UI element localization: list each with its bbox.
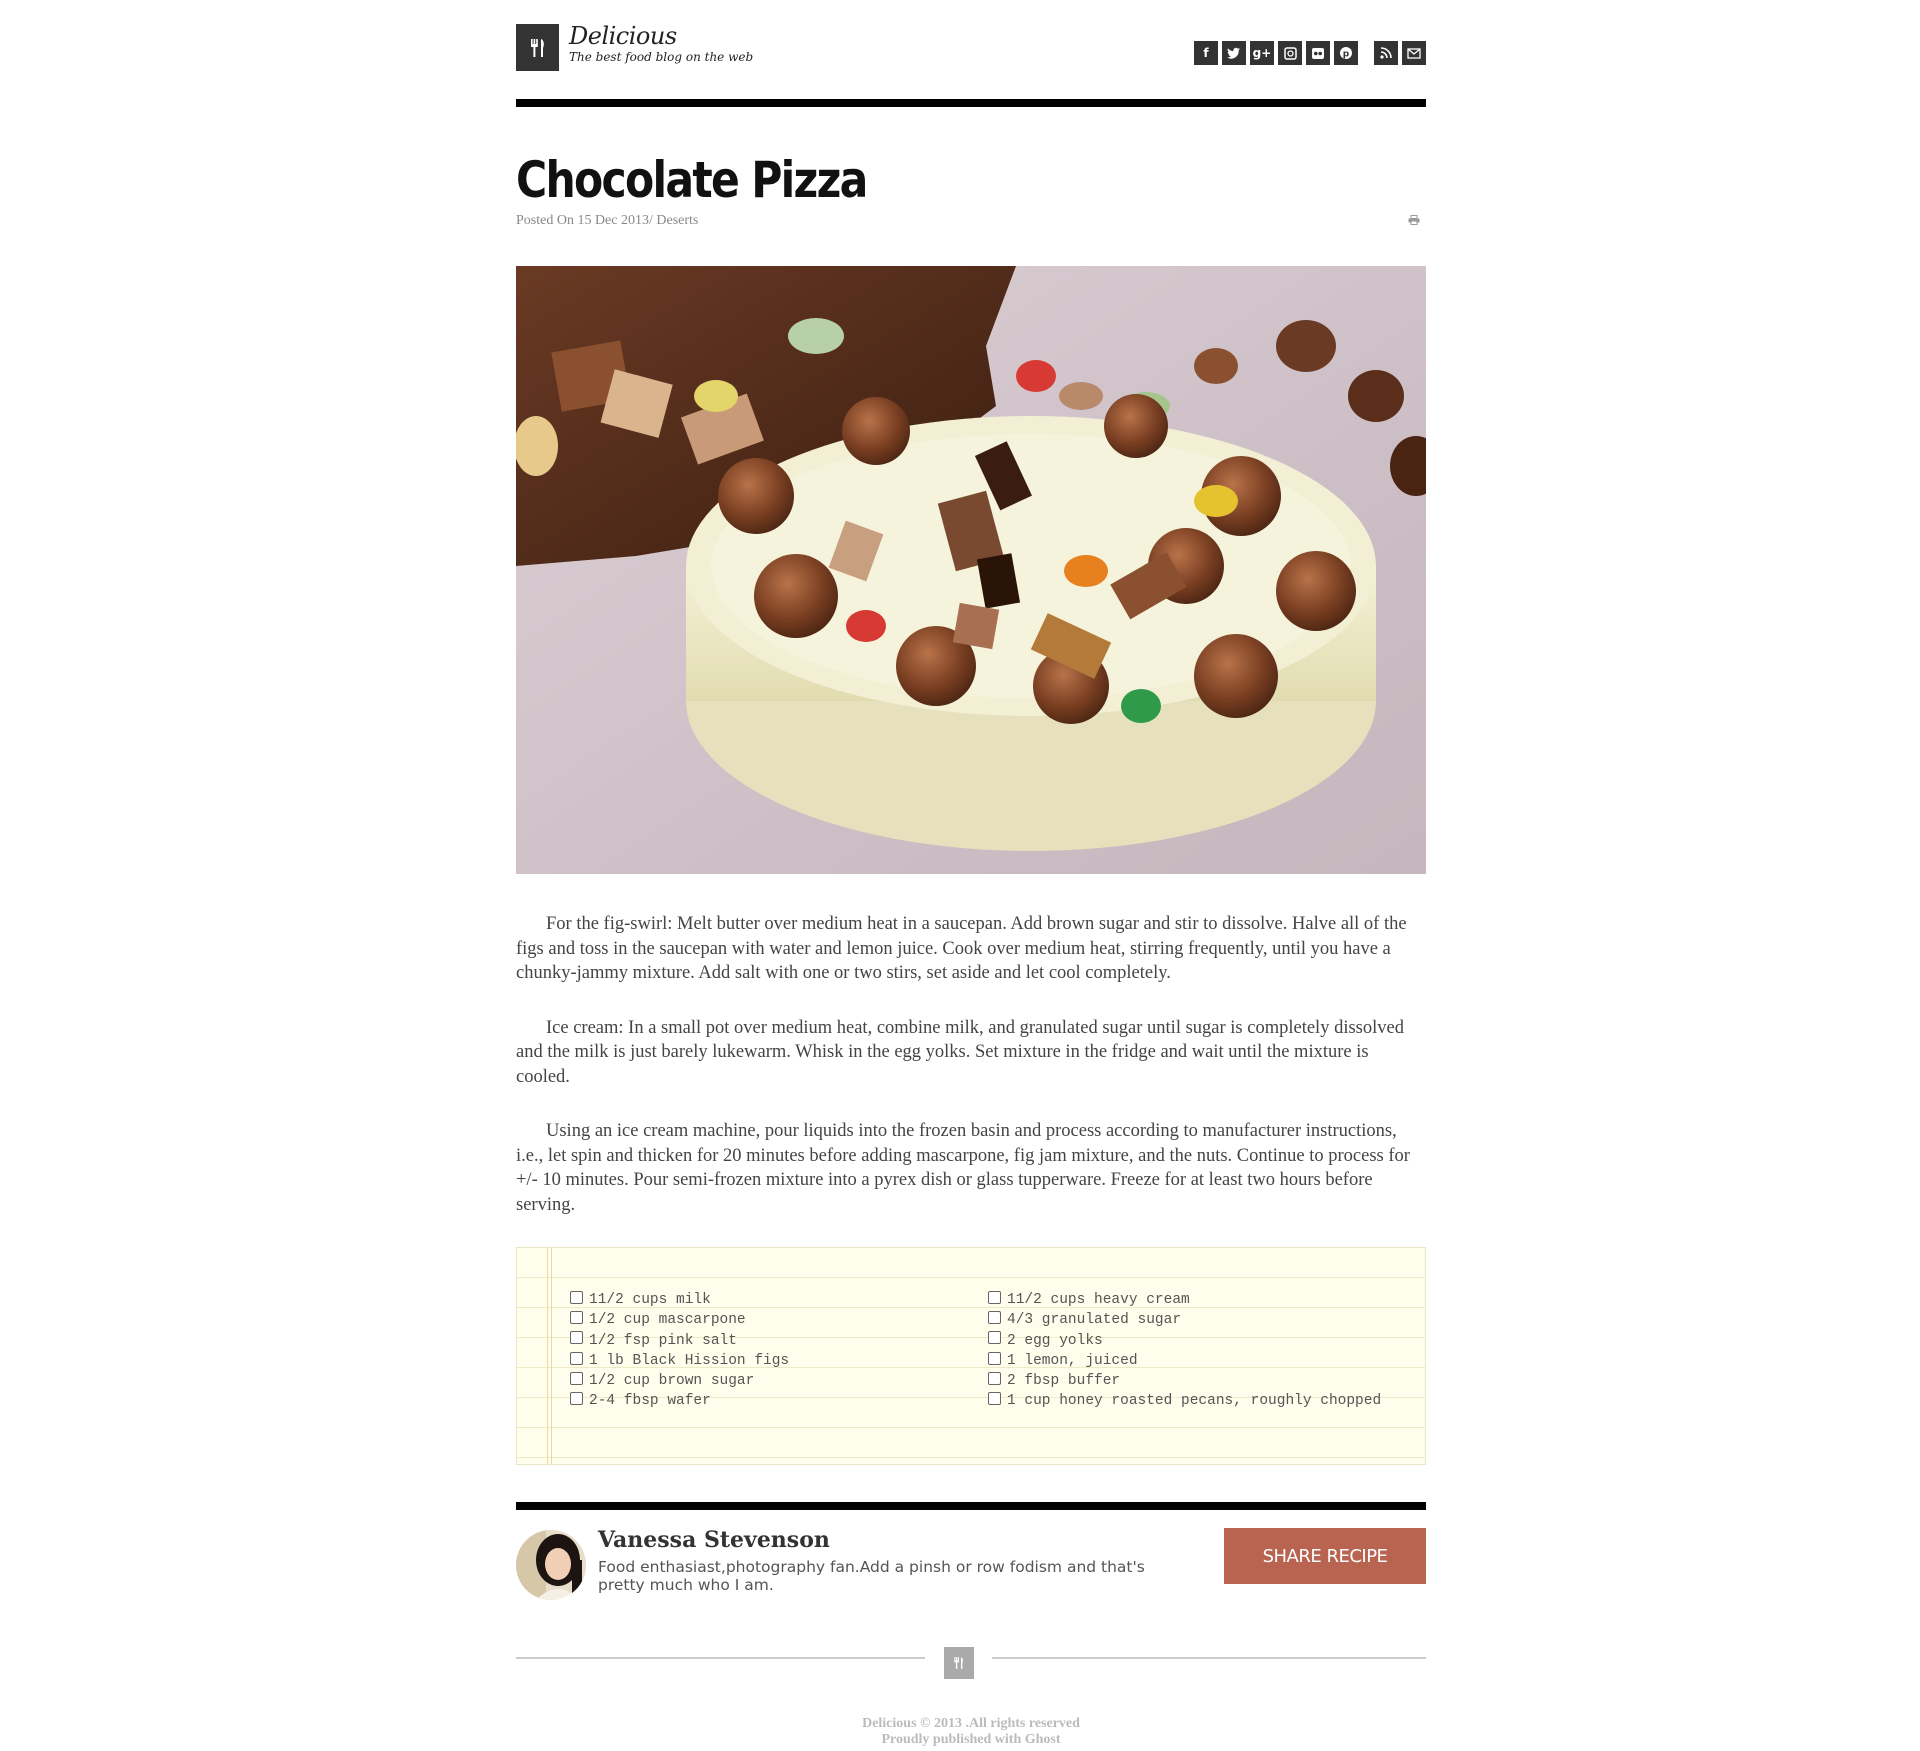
copyright-text: Delicious © 2013 .All rights reserved (862, 1716, 1080, 1731)
margin-line (551, 1248, 552, 1464)
google-plus-icon[interactable]: g+ (1250, 41, 1274, 65)
paragraph: For the fig-swirl: Melt butter over medi… (516, 914, 1407, 983)
ingredient-item: 1/2 cup mascarpone (570, 1310, 970, 1330)
ingredient-checkbox[interactable] (988, 1290, 1001, 1304)
header-divider (516, 99, 1426, 107)
twitter-icon[interactable] (1222, 41, 1246, 65)
ingredient-item: 11/2 cups heavy cream (988, 1290, 1388, 1310)
ingredient-item: 2-4 fbsp wafer (570, 1391, 970, 1411)
avatar (516, 1530, 586, 1600)
svg-text:p: p (1343, 50, 1350, 60)
ingredient-checkbox[interactable] (570, 1310, 583, 1324)
fork-knife-icon[interactable] (516, 24, 559, 71)
ingredient-item: 11/2 cups milk (570, 1290, 970, 1310)
ingredient-label: 1/2 fsp pink salt (589, 1332, 737, 1349)
ingredient-label: 2 fbsp buffer (1007, 1373, 1121, 1390)
ingredient-checkbox[interactable] (570, 1290, 583, 1304)
pinterest-icon[interactable]: p (1334, 41, 1358, 65)
footer-divider-right (992, 1657, 1426, 1659)
facebook-icon[interactable]: f (1194, 41, 1218, 65)
ingredients-right-list: 11/2 cups heavy cream 4/3 granulated sug… (988, 1290, 1388, 1412)
footer-fork-knife-icon[interactable] (944, 1647, 974, 1679)
ingredient-label: 2-4 fbsp wafer (589, 1393, 711, 1410)
hero-image (514, 266, 1442, 874)
ingredient-item: 2 fbsp buffer (988, 1371, 1388, 1391)
author-bio: Food enthasiast,photography fan.Add a pi… (598, 1558, 1145, 1594)
ingredient-label: 11/2 cups heavy cream (1007, 1292, 1190, 1308)
ingredient-checkbox[interactable] (570, 1331, 583, 1345)
margin-line (547, 1248, 548, 1464)
ingredient-item: 4/3 granulated sugar (988, 1310, 1388, 1330)
powered-by-text[interactable]: Proudly published with Ghost (516, 1732, 1426, 1748)
ingredient-item: 1 lb Black Hission figs (570, 1351, 970, 1371)
ingredients-notepad: 11/2 cups milk 1/2 cup mascarpone 1/2 fs… (516, 1247, 1426, 1465)
share-recipe-button[interactable]: SHARE RECIPE (1224, 1528, 1426, 1584)
ingredient-item: 2 egg yolks (988, 1331, 1388, 1351)
footer-text: Delicious © 2013 .All rights reserved Pr… (516, 1716, 1426, 1748)
paragraph: Using an ice cream machine, pour liquids… (516, 1121, 1410, 1215)
ingredient-item: 1/2 fsp pink salt (570, 1331, 970, 1351)
author-name[interactable]: Vanessa Stevenson (598, 1527, 830, 1553)
print-icon[interactable] (1408, 212, 1420, 225)
ingredient-checkbox[interactable] (570, 1351, 583, 1365)
ingredient-checkbox[interactable] (570, 1392, 583, 1406)
rss-icon[interactable] (1374, 41, 1398, 65)
ingredient-label: 2 egg yolks (1007, 1332, 1103, 1349)
ingredient-label: 1 lemon, juiced (1007, 1352, 1138, 1369)
ingredient-checkbox[interactable] (988, 1371, 1001, 1385)
ingredient-label: 1 lb Black Hission figs (589, 1352, 790, 1369)
ingredient-checkbox[interactable] (988, 1351, 1001, 1365)
ingredient-checkbox[interactable] (988, 1392, 1001, 1406)
ingredient-label: 1 cup honey roasted pecans, roughly chop… (1007, 1393, 1382, 1410)
ingredient-label: 1/2 cup brown sugar (589, 1373, 755, 1390)
ingredient-checkbox[interactable] (988, 1331, 1001, 1345)
flickr-icon[interactable] (1306, 41, 1330, 65)
ingredients-left-list: 11/2 cups milk 1/2 cup mascarpone 1/2 fs… (570, 1290, 970, 1412)
ingredient-item: 1/2 cup brown sugar (570, 1371, 970, 1391)
post-meta: Posted On 15 Dec 2013/ Deserts (516, 213, 699, 228)
ingredient-item: 1 cup honey roasted pecans, roughly chop… (988, 1391, 1388, 1411)
brand-tagline: The best food blog on the web (569, 50, 754, 64)
ingredient-checkbox[interactable] (988, 1310, 1001, 1324)
ingredient-label: 4/3 granulated sugar (1007, 1312, 1182, 1329)
ingredient-item: 1 lemon, juiced (988, 1351, 1388, 1371)
ingredient-label: 11/2 cups milk (589, 1292, 711, 1308)
post-body: For the fig-swirl: Melt butter over medi… (516, 912, 1426, 1247)
brand-name[interactable]: Delicious (569, 22, 677, 50)
email-icon[interactable] (1402, 41, 1426, 65)
instagram-icon[interactable] (1278, 41, 1302, 65)
post-title: Chocolate Pizza (516, 151, 868, 209)
ingredient-label: 1/2 cup mascarpone (589, 1312, 746, 1329)
paragraph: Ice cream: In a small pot over medium he… (516, 1017, 1404, 1087)
social-links: f g+ p (1194, 41, 1426, 65)
author-divider (516, 1502, 1426, 1510)
footer-divider-left (516, 1657, 925, 1659)
ingredient-checkbox[interactable] (570, 1371, 583, 1385)
